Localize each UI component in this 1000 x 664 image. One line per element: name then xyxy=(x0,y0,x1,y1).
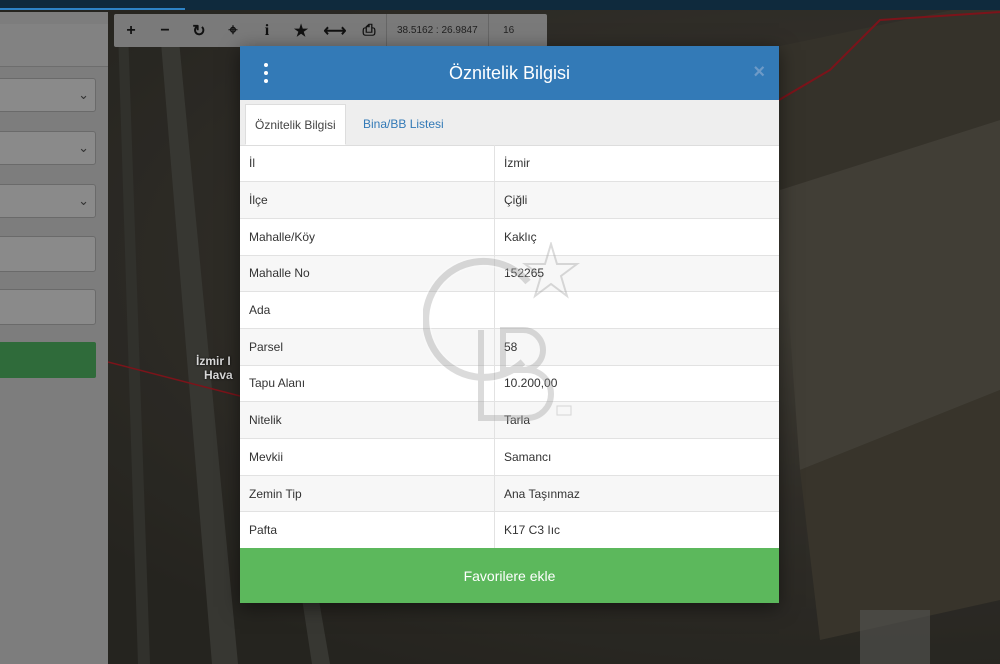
attribute-modal: Öznitelik Bilgisi × Öznitelik Bilgisi Bi… xyxy=(240,46,779,603)
attribute-key: Mahalle/Köy xyxy=(240,218,495,256)
block-input[interactable] xyxy=(0,236,96,272)
neighborhood-select[interactable]: ⌄ xyxy=(0,184,96,218)
modal-header: Öznitelik Bilgisi × xyxy=(240,46,779,100)
modal-title: Öznitelik Bilgisi xyxy=(448,63,571,83)
side-panel-header xyxy=(0,24,108,67)
zoom-out-button[interactable]: − xyxy=(148,14,182,47)
table-row: Tapu Alanı 10.200,00 xyxy=(240,365,779,403)
table-row: Nitelik Tarla xyxy=(240,401,779,439)
print-button[interactable]: ⎙ xyxy=(352,14,386,47)
tab-attribute-info[interactable]: Öznitelik Bilgisi xyxy=(245,104,346,145)
chevron-down-icon: ⌄ xyxy=(78,193,89,208)
map-place-label: İzmir I Hava xyxy=(196,354,233,382)
tab-building-list[interactable]: Bina/BB Listesi xyxy=(354,104,453,145)
parcel-input[interactable] xyxy=(0,289,96,325)
attribute-value: Çiğli xyxy=(494,181,779,219)
attribute-key: Pafta xyxy=(240,511,495,550)
attribute-key: Mahalle No xyxy=(240,255,495,293)
map-toolbar: + − ↻ ⌖ i ★ ⟷ ⎙ 38.5162 : 26.9847 16 xyxy=(114,14,547,47)
attribute-key: Zemin Tip xyxy=(240,475,495,513)
locate-button[interactable]: ⌖ xyxy=(216,14,250,47)
table-row: Pafta K17 C3 Iıc xyxy=(240,511,779,550)
measure-button[interactable]: ⟷ xyxy=(318,14,352,47)
attribute-value: 152265 xyxy=(494,255,779,293)
zoom-level: 16 xyxy=(487,14,529,47)
attribute-value: 58 xyxy=(494,328,779,366)
attribute-key: İlçe xyxy=(240,181,495,219)
table-row: İlçe Çiğli xyxy=(240,181,779,219)
info-button[interactable]: i xyxy=(250,14,284,47)
table-row: Parsel 58 xyxy=(240,328,779,366)
map-label-line-2: Hava xyxy=(204,368,233,382)
kebab-menu-icon[interactable] xyxy=(256,60,276,86)
top-bar-accent xyxy=(0,8,185,10)
modal-tabs: Öznitelik Bilgisi Bina/BB Listesi xyxy=(240,100,779,146)
attribute-value: 10.200,00 xyxy=(494,365,779,403)
attribute-value xyxy=(494,291,779,329)
district-select[interactable]: ⌄ xyxy=(0,131,96,165)
query-button[interactable] xyxy=(0,342,96,378)
attribute-value: İzmir xyxy=(494,145,779,183)
attribute-value: Samancı xyxy=(494,438,779,476)
attribute-value: Tarla xyxy=(494,401,779,439)
attribute-key: Nitelik xyxy=(240,401,495,439)
table-row: Ada xyxy=(240,291,779,329)
add-to-favorites-button[interactable]: Favorilere ekle xyxy=(240,548,779,603)
table-row: İl İzmir xyxy=(240,145,779,183)
table-row: Mevkii Samancı xyxy=(240,438,779,476)
coordinate-readout: 38.5162 : 26.9847 xyxy=(386,14,488,47)
attribute-table: İl İzmir İlçe Çiğli Mahalle/Köy Kaklıç Mahalle… xyxy=(240,145,779,550)
table-row: Zemin Tip Ana Taşınmaz xyxy=(240,475,779,513)
favorite-button[interactable]: ★ xyxy=(284,14,318,47)
zoom-in-button[interactable]: + xyxy=(114,14,148,47)
chevron-down-icon: ⌄ xyxy=(78,87,89,102)
attribute-key: Tapu Alanı xyxy=(240,365,495,403)
refresh-button[interactable]: ↻ xyxy=(182,14,216,47)
close-icon[interactable]: × xyxy=(753,62,765,82)
attribute-value: Kaklıç xyxy=(494,218,779,256)
attribute-key: Mevkii xyxy=(240,438,495,476)
attribute-key: İl xyxy=(240,145,495,183)
chevron-down-icon: ⌄ xyxy=(78,140,89,155)
map-label-line-1: İzmir I xyxy=(196,354,231,368)
attribute-key: Parsel xyxy=(240,328,495,366)
attribute-value: Ana Taşınmaz xyxy=(494,475,779,513)
attribute-key: Ada xyxy=(240,291,495,329)
side-panel: ⌄ ⌄ ⌄ xyxy=(0,12,108,664)
attribute-value: K17 C3 Iıc xyxy=(494,511,779,550)
province-select[interactable]: ⌄ xyxy=(0,78,96,112)
table-row: Mahalle/Köy Kaklıç xyxy=(240,218,779,256)
table-row: Mahalle No 152265 xyxy=(240,255,779,293)
